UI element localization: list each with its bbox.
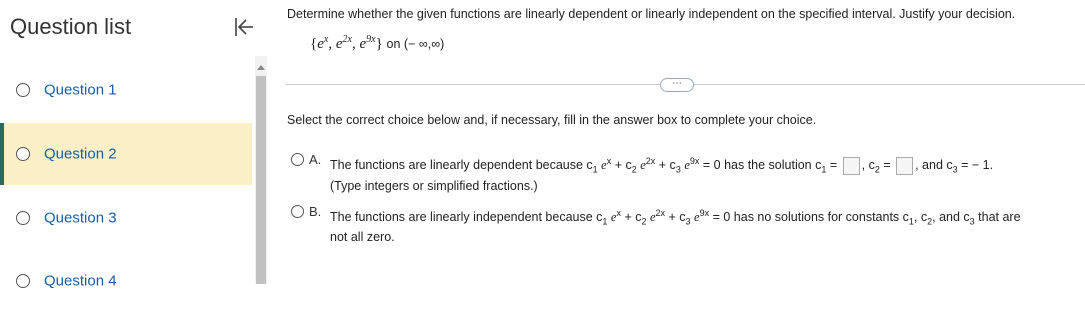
question-label: Question 4 — [44, 272, 117, 290]
collapse-panel-icon[interactable] — [232, 16, 256, 38]
question-item-3[interactable]: Question 3 — [0, 187, 252, 249]
question-label: Question 1 — [44, 81, 117, 99]
question-content: Determine whether the given functions ar… — [280, 0, 1085, 284]
scroll-up-icon[interactable] — [257, 65, 265, 70]
question-label: Question 3 — [44, 209, 117, 227]
radio-icon — [16, 147, 30, 161]
radio-icon — [16, 274, 30, 288]
choice-a-radio[interactable] — [291, 153, 304, 166]
choice-a-text: The functions are linearly dependent bec… — [330, 156, 994, 175]
choice-b-radio[interactable] — [291, 205, 304, 218]
interval-text: on (− ∞,∞) — [386, 37, 445, 51]
c2-answer-input[interactable] — [896, 156, 914, 175]
radio-icon — [16, 83, 30, 97]
choice-b-letter: B. — [309, 204, 322, 219]
choice-b-line2: not all zero. — [330, 230, 395, 244]
question-instruction: Determine whether the given functions ar… — [287, 7, 1016, 21]
c1-answer-input[interactable] — [842, 156, 860, 175]
question-list-panel: Question list Question 1 Question 2 Ques… — [0, 0, 256, 290]
more-button[interactable]: ⋯ — [660, 78, 694, 92]
question-list-title: Question list — [10, 14, 132, 39]
scrollbar-thumb[interactable] — [256, 76, 266, 284]
choice-a-letter: A. — [309, 152, 322, 167]
choice-b-text: The functions are linearly independent b… — [330, 208, 1021, 227]
question-item-1[interactable]: Question 1 — [0, 59, 252, 121]
question-label: Question 2 — [44, 145, 117, 163]
function-set: {ex, e2x, e9x} on (− ∞,∞) — [310, 34, 445, 52]
sidebar-scrollbar[interactable] — [255, 56, 267, 284]
question-item-4[interactable]: Question 4 — [0, 250, 252, 312]
question-item-2[interactable]: Question 2 — [0, 123, 252, 185]
radio-icon — [16, 211, 30, 225]
choice-a-note: (Type integers or simplified fractions.) — [330, 179, 538, 193]
select-prompt: Select the correct choice below and, if … — [287, 113, 817, 127]
